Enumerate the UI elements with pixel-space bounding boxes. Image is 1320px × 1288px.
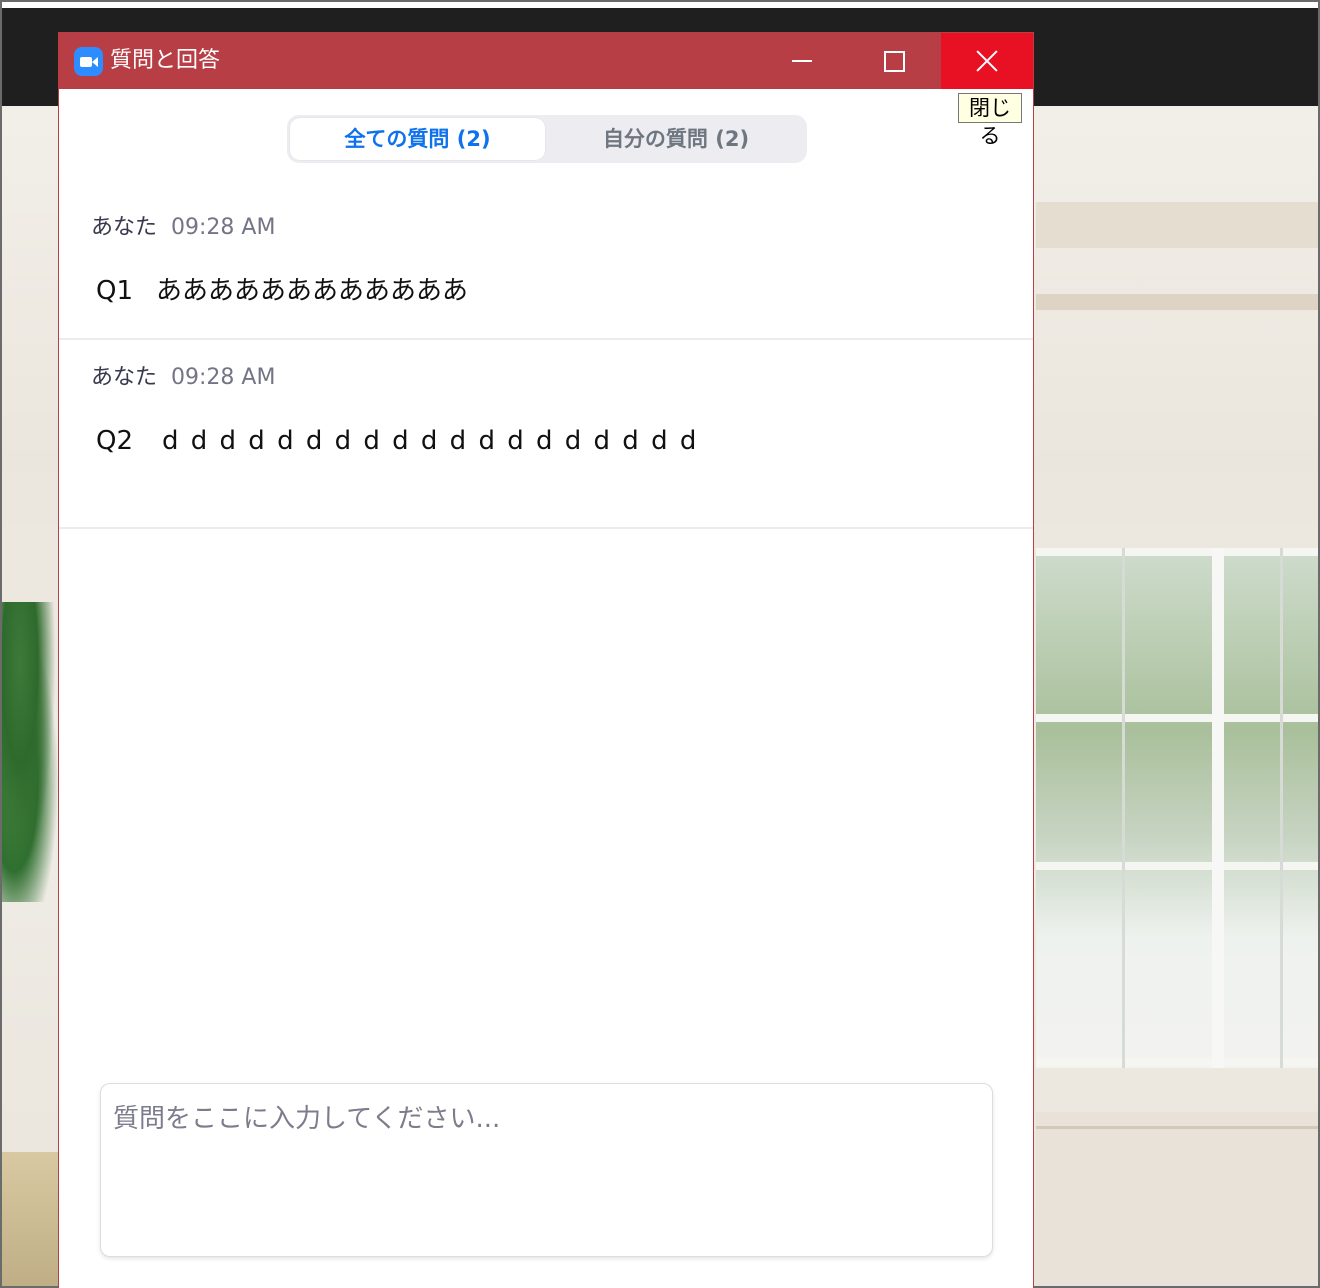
question-author: あなた	[91, 215, 158, 240]
window-frame	[1036, 862, 1318, 870]
counter-edge	[1036, 1126, 1318, 1129]
question-text: Q1 ああああああああああああ	[96, 275, 468, 307]
background-plant	[2, 602, 62, 902]
question-input-container	[100, 1083, 993, 1257]
close-tooltip: 閉じる	[958, 93, 1022, 148]
question-author: あなた	[91, 365, 158, 390]
question-filter-tabs: 全ての質問 (2) 自分の質問 (2)	[287, 115, 807, 163]
question-text: Q2 d d d d d d d d d d d d d d d d d d d	[96, 425, 696, 457]
title-bar[interactable]: 質問と回答	[59, 33, 1033, 89]
background-object	[2, 1152, 60, 1286]
window-mullion	[1280, 548, 1283, 1068]
question-content: ああああああああああああ	[156, 276, 469, 306]
close-button[interactable]	[941, 33, 1033, 89]
background-beam	[1036, 202, 1318, 248]
question-input[interactable]	[101, 1084, 992, 1256]
window-title: 質問と回答	[110, 48, 221, 73]
close-icon	[975, 49, 999, 73]
question-divider	[59, 527, 1033, 529]
question-divider	[59, 338, 1033, 340]
minimize-icon	[792, 60, 812, 62]
background-window	[1036, 548, 1318, 1068]
question-time: 09:28 AM	[171, 215, 276, 240]
tab-my-questions[interactable]: 自分の質問 (2)	[548, 118, 804, 160]
qa-window: 質問と回答 全ての質問 (2) 自分の質問 (2) あなた 09:28 AM Q1…	[58, 32, 1034, 1288]
window-frame	[1036, 548, 1318, 556]
question-item: あなた 09:28 AM Q1 ああああああああああああ	[59, 203, 1033, 339]
background-counter	[1036, 1112, 1318, 1286]
window-mullion	[1122, 548, 1125, 1068]
maximize-icon	[884, 51, 905, 72]
question-time: 09:28 AM	[171, 365, 276, 390]
zoom-app-icon	[74, 47, 103, 76]
maximize-button[interactable]	[848, 33, 940, 89]
question-meta: あなた 09:28 AM	[91, 214, 275, 242]
window-frame	[1036, 714, 1318, 722]
window-frame	[1036, 1058, 1318, 1066]
question-meta: あなた 09:28 AM	[91, 364, 275, 392]
tab-all-questions[interactable]: 全ての質問 (2)	[290, 118, 545, 160]
question-number: Q1	[96, 276, 134, 306]
minimize-button[interactable]	[756, 33, 848, 89]
question-item: あなた 09:28 AM Q2 d d d d d d d d d d d d d …	[59, 353, 1033, 527]
window-frame	[1212, 548, 1224, 1068]
question-number: Q2	[96, 426, 134, 456]
question-content: d d d d d d d d d d d d d d d d d d d	[162, 426, 697, 456]
background-beam	[1036, 294, 1318, 310]
